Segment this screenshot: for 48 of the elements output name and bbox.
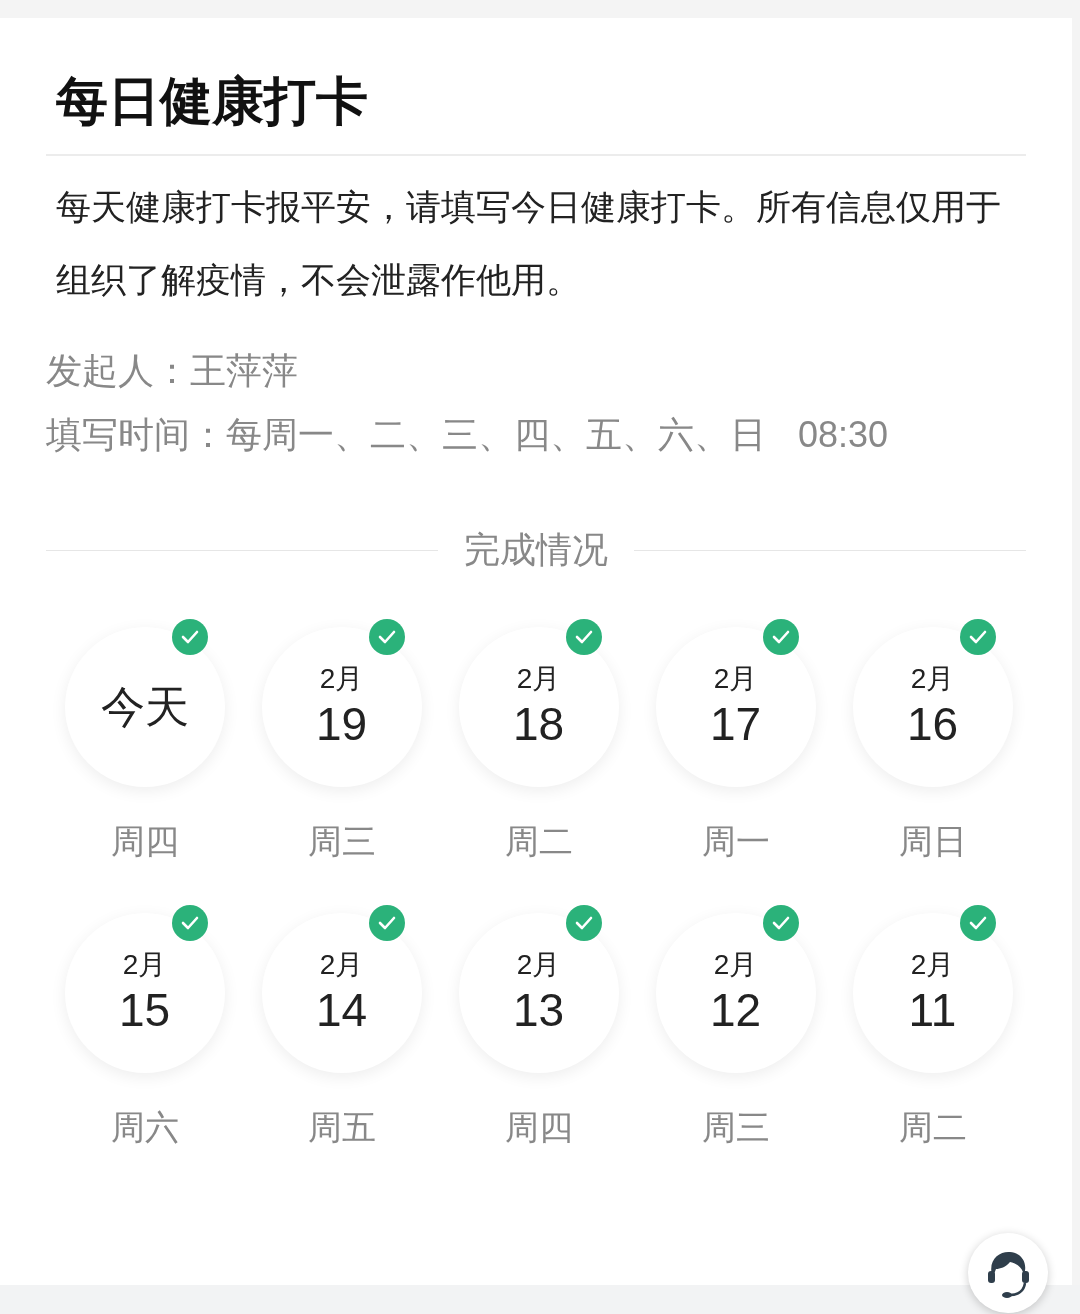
weekday-label: 周二 xyxy=(504,821,573,863)
date-circle[interactable]: 2月 13 xyxy=(458,913,619,1074)
date-circle[interactable]: 2月 19 xyxy=(261,627,422,788)
day-number: 16 xyxy=(906,697,959,753)
month-label: 2月 xyxy=(516,662,561,697)
day-number: 14 xyxy=(315,983,368,1039)
date-circle[interactable]: 2月 18 xyxy=(458,627,619,788)
description-text: 每天健康打卡报平安，请填写今日健康打卡。所有信息仅用于组织了解疫情，不会泄露作他用。 xyxy=(56,186,1002,302)
day-number: 11 xyxy=(908,983,957,1039)
time-value: 08:30 xyxy=(798,413,889,458)
month-label: 2月 xyxy=(713,948,758,983)
weekday-label: 周三 xyxy=(307,821,376,863)
weekday-label: 周二 xyxy=(898,1107,967,1149)
month-label: 2月 xyxy=(319,662,364,697)
meta-label: 发起人： xyxy=(46,349,190,394)
date-circle[interactable]: 今天 xyxy=(64,627,225,788)
date-circle[interactable]: 2月 16 xyxy=(852,627,1013,788)
weekday-label: 周一 xyxy=(701,821,770,863)
day-number: 13 xyxy=(512,983,565,1039)
weekday-label: 周五 xyxy=(307,1107,376,1149)
month-label: 2月 xyxy=(516,948,561,983)
weekday-label: 周三 xyxy=(701,1107,770,1149)
day-number: 18 xyxy=(512,697,565,753)
day-number: 15 xyxy=(118,983,171,1039)
meta-label: 填写时间： xyxy=(46,413,226,458)
month-label: 2月 xyxy=(910,662,955,697)
date-circle[interactable]: 2月 17 xyxy=(655,627,816,788)
date-circle[interactable]: 2月 12 xyxy=(655,913,816,1074)
weekday-label: 周六 xyxy=(110,1107,179,1149)
day-number: 12 xyxy=(709,983,762,1039)
weekday-label: 周四 xyxy=(504,1107,573,1149)
section-title: 完成情况 xyxy=(464,528,608,573)
month-label: 2月 xyxy=(713,662,758,697)
month-label: 2月 xyxy=(910,948,955,983)
page-title: 每日健康打卡 xyxy=(46,18,1026,157)
meta-value: 每周一、二、三、四、五、六、日 xyxy=(226,413,766,458)
today-label: 今天 xyxy=(100,680,189,733)
date-circle[interactable]: 2月 14 xyxy=(261,913,422,1074)
month-label: 2月 xyxy=(319,948,364,983)
date-circle[interactable]: 2月 15 xyxy=(64,913,225,1074)
day-number: 17 xyxy=(709,697,762,753)
day-number: 19 xyxy=(315,697,368,753)
month-label: 2月 xyxy=(122,948,167,983)
support-button[interactable] xyxy=(968,1233,1048,1313)
date-circle[interactable]: 2月 11 xyxy=(852,913,1013,1074)
weekday-label: 周日 xyxy=(898,821,967,863)
weekday-label: 周四 xyxy=(110,821,179,863)
meta-value: 王萍萍 xyxy=(190,349,298,394)
